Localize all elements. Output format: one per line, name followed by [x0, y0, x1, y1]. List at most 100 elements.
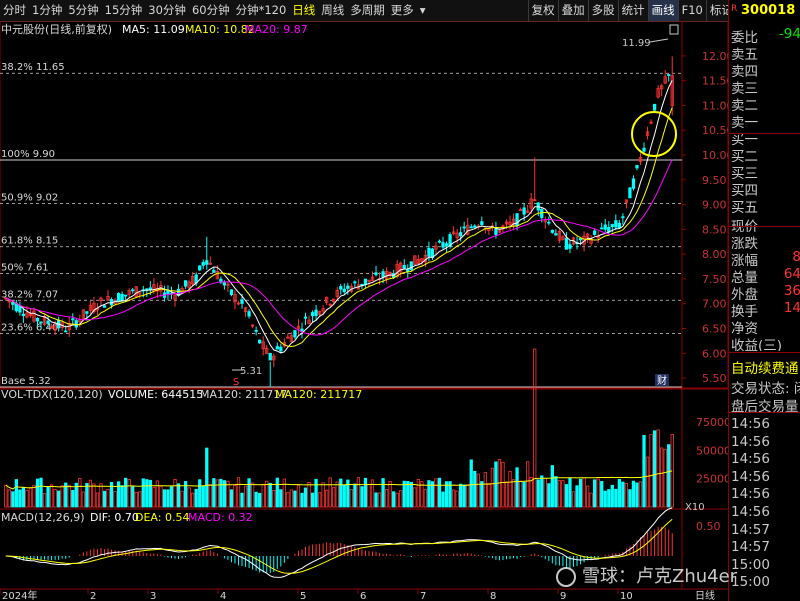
period-tab-8[interactable]: 周线 — [318, 0, 347, 21]
price-tick-label: 9.00 — [702, 199, 727, 212]
volume-bar — [92, 483, 96, 508]
volume-bar — [208, 483, 212, 508]
volume-bar — [268, 482, 272, 508]
candle-body — [564, 237, 569, 250]
volume-bar — [585, 485, 590, 508]
stock-code[interactable]: 300018 — [741, 3, 795, 18]
candle-body — [480, 221, 484, 225]
quote-row-label: 买一 — [731, 132, 758, 145]
quote-row-label: 净资 — [731, 321, 758, 334]
volume-bar — [645, 456, 650, 508]
volume-bar — [229, 489, 234, 508]
volume-bar — [102, 490, 107, 508]
toolbar-button-1[interactable]: 叠加 — [557, 0, 588, 21]
period-tab-4[interactable]: 30分钟 — [145, 0, 189, 21]
period-tab-0[interactable]: 分时 — [0, 0, 29, 21]
quote-row-label: 卖三 — [731, 81, 758, 94]
candle-body — [628, 187, 632, 199]
tick-time-1: 14:56 — [731, 433, 770, 450]
volume-bar — [219, 478, 223, 508]
price-tick-label: 8.00 — [702, 248, 727, 261]
toolbar-button-2[interactable]: 多股 — [587, 0, 618, 21]
quote-row-label: 卖四 — [731, 64, 758, 77]
candle-body — [314, 309, 318, 317]
x-axis-label-10: 日线 — [695, 589, 715, 601]
period-tab-10[interactable]: 更多 — [388, 0, 417, 21]
period-tab-3[interactable]: 15分钟 — [102, 0, 146, 21]
price-tick-label: 11.50 — [702, 75, 728, 88]
volume-bar — [148, 479, 152, 508]
candle-body — [64, 330, 68, 333]
price-tick-label: 7.00 — [702, 298, 727, 311]
volume-bar — [166, 489, 170, 508]
price-tick-label: 6.50 — [702, 323, 727, 336]
volume-bar — [296, 484, 301, 508]
volume-bar — [272, 490, 276, 508]
volume-bar — [233, 484, 237, 508]
volume-bar — [46, 486, 50, 508]
quote-row-5: 卖一 — [729, 111, 800, 128]
volume-bar — [215, 479, 219, 508]
period-tab-9[interactable]: 多周期 — [347, 0, 388, 21]
vol-tick-label: 75000 — [696, 416, 728, 429]
volume-bar — [557, 480, 562, 508]
quote-row-label: 涨跌 — [731, 236, 758, 249]
period-tab-7[interactable]: 日线 — [289, 0, 318, 21]
volume-bar — [413, 487, 417, 508]
candle-body — [515, 213, 519, 227]
volume-bar — [473, 470, 477, 508]
macd-hist-label: MACD: 0.32 — [188, 511, 253, 524]
volume-bar — [335, 481, 339, 508]
volume-bar — [293, 490, 297, 508]
volume-bar — [437, 477, 442, 508]
period-tab-2[interactable]: 5分钟 — [65, 0, 101, 21]
volume-bar — [360, 486, 364, 508]
volume-bar — [515, 467, 519, 508]
x-axis-label-6: 7 — [420, 591, 426, 601]
volume-bar — [589, 492, 593, 508]
volume-bar — [631, 480, 636, 508]
volume-bar — [25, 489, 29, 508]
volume-bar — [131, 486, 135, 508]
candle-body — [353, 281, 357, 284]
high-price-annotation: 11.99 — [622, 38, 651, 49]
signal-marker-s: S — [233, 377, 239, 388]
volume-bar — [254, 491, 258, 508]
toolbar-button-5[interactable]: F10 — [677, 0, 706, 21]
volume-bar — [533, 348, 537, 508]
period-tab-6[interactable]: 分钟*120 — [233, 0, 290, 21]
period-tab-1[interactable]: 1分钟 — [29, 0, 65, 21]
more-chevron-down-icon[interactable]: ▾ — [417, 0, 429, 21]
toolbar-button-3[interactable]: 统计 — [617, 0, 648, 21]
period-tab-5[interactable]: 60分钟 — [189, 0, 233, 21]
volume-bar — [18, 489, 22, 508]
quote-row-13: 涨幅 8 — [729, 249, 800, 266]
volume-bar — [95, 492, 100, 508]
toolbar-button-0[interactable]: 复权 — [527, 0, 558, 21]
quote-row-1: 卖五 — [729, 43, 800, 60]
volume-bar — [28, 487, 33, 508]
candle-body — [494, 228, 498, 236]
candle-body — [610, 224, 614, 227]
toolbar-button-4[interactable]: 画线 — [647, 0, 678, 21]
quote-row-18: 收益(三) — [729, 334, 800, 351]
volume-bar — [377, 492, 382, 508]
candle-body — [600, 227, 604, 230]
tick-time-5: 14:56 — [731, 504, 770, 520]
volume-bar — [561, 480, 565, 508]
price-tick-label: 5.50 — [702, 372, 727, 385]
side-divider — [729, 352, 800, 353]
candle-body — [409, 261, 413, 271]
volume-bar — [427, 480, 431, 508]
kline-chart[interactable]: 38.2% 11.65 100% 9.90 50.9% 9.02 61.8% 8.15… — [0, 21, 728, 601]
candle-body — [374, 272, 378, 276]
volume-bar — [124, 477, 128, 508]
quote-row-15: 外盘 36 — [729, 283, 800, 300]
tick-time-7: 14:57 — [731, 539, 770, 556]
volume-bar — [236, 477, 241, 508]
fib-label-1: 100% 9.90 — [1, 149, 55, 160]
quote-row-label: 现价 — [731, 219, 758, 232]
auto-fee-link[interactable]: 自动续费通 — [729, 357, 800, 374]
volume-bar — [607, 489, 611, 508]
low-price-annotation: 5.31 — [240, 366, 262, 377]
